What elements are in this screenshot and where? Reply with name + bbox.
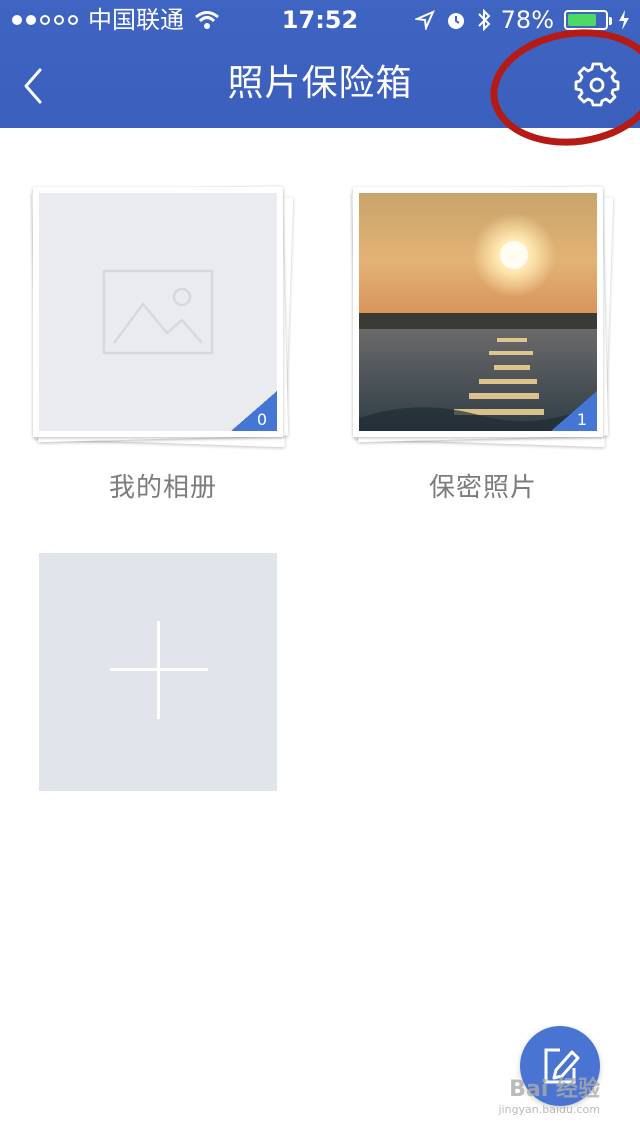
charging-icon [619, 10, 629, 30]
battery-icon [564, 10, 612, 30]
album-stack: 1 [351, 185, 614, 448]
status-bar: 中国联通 17:52 78% [0, 0, 640, 40]
watermark: Bai 经验 jingyan.baidu.com [498, 1071, 600, 1116]
bluetooth-icon [477, 8, 491, 32]
count-badge: 0 [231, 391, 277, 431]
alarm-icon [447, 13, 464, 29]
album-cover-placeholder: 0 [39, 193, 277, 431]
count-badge: 1 [551, 391, 597, 431]
battery-percent: 78% [500, 6, 554, 34]
add-album-button[interactable] [39, 553, 277, 791]
album-stack: 0 [31, 185, 294, 448]
plus-icon [110, 621, 208, 719]
watermark-brand: Bai 经验 [509, 1077, 600, 1102]
album-cover-photo: 1 [359, 193, 597, 431]
location-arrow-icon [414, 10, 435, 30]
watermark-url: jingyan.baidu.com [498, 1103, 600, 1116]
album-label: 我的相册 [108, 473, 217, 503]
album-label: 保密照片 [428, 473, 537, 503]
